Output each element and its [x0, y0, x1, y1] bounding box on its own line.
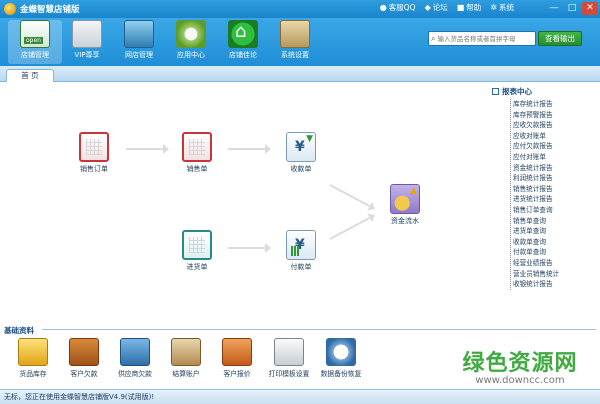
basics-backup-restore[interactable]: 数据备份恢复 — [314, 338, 368, 378]
report-item[interactable]: 营业员销售统计 — [511, 269, 592, 280]
app-logo-icon — [4, 3, 16, 15]
close-button[interactable]: ✕ — [582, 2, 598, 15]
flow-cash-flow[interactable]: 资金流水 — [380, 184, 430, 226]
flow-arrow — [228, 243, 271, 253]
report-item[interactable]: 进货单查询 — [511, 226, 592, 237]
watermark-logo: 绿色资源网 — [462, 351, 578, 376]
basics-customer-quote[interactable]: 客户报价 — [210, 338, 264, 378]
basics-goods-stock[interactable]: 货品库存 — [6, 338, 60, 378]
report-center: 报表中心 库存统计报告 库存预警报告 应收欠款报告 应收对账单 应付欠款报告 应… — [492, 86, 592, 290]
settings-icon: ✲ — [490, 3, 497, 12]
sales-slip-icon — [182, 132, 212, 162]
report-list: 库存统计报告 库存预警报告 应收欠款报告 应收对账单 应付欠款报告 应付对账单 … — [510, 99, 592, 290]
report-item[interactable]: 收银统计报告 — [511, 279, 592, 290]
basics-customer-debt[interactable]: 客户欠款 — [57, 338, 111, 378]
price-tag-icon — [222, 338, 252, 366]
shop-icon — [20, 20, 50, 48]
flow-sales-order[interactable]: 销售订单 — [69, 132, 119, 174]
report-item[interactable]: 库存预警报告 — [511, 110, 592, 121]
store-home-icon — [228, 20, 258, 48]
title-link-forum[interactable]: ◆ 论坛 — [425, 2, 448, 13]
report-item[interactable]: 应收对账单 — [511, 131, 592, 142]
cash-flow-icon — [390, 184, 420, 214]
printer-icon — [274, 338, 304, 366]
report-item[interactable]: 销售订单查询 — [511, 205, 592, 216]
qq-icon: ● — [379, 3, 387, 12]
flow-arrow — [329, 216, 372, 240]
report-item[interactable]: 收款单查询 — [511, 237, 592, 248]
tab-strip: 首 页 — [0, 66, 600, 82]
basics-supplier-debt[interactable]: 供应商欠款 — [108, 338, 162, 378]
toolbar-shop-management[interactable]: 店铺管理 — [8, 20, 62, 64]
report-item[interactable]: 付款单查询 — [511, 247, 592, 258]
help-icon: ■ — [456, 3, 465, 12]
customer-debt-icon — [69, 338, 99, 366]
report-item[interactable]: 经营业绩报告 — [511, 258, 592, 269]
flow-arrow — [228, 144, 271, 154]
minimize-button[interactable]: — — [546, 2, 562, 15]
window-controls: — □ ✕ — [546, 2, 598, 15]
toolbar-store-home[interactable]: 店铺佳论 — [216, 20, 270, 64]
divider — [42, 329, 596, 330]
search-box[interactable]: ⌕ — [428, 31, 536, 46]
supplier-debt-icon — [120, 338, 150, 366]
watermark: 绿色资源网 www.downcc.com — [446, 345, 594, 386]
search-input[interactable] — [437, 34, 530, 43]
flow-sales-slip[interactable]: 销售单 — [172, 132, 222, 174]
tab-home[interactable]: 首 页 — [6, 69, 54, 82]
toolbar-app-center[interactable]: 应用中心 — [164, 20, 218, 64]
web-store-icon — [124, 20, 154, 48]
report-item[interactable]: 库存统计报告 — [511, 99, 592, 110]
report-item[interactable]: 利润统计报告 — [511, 173, 592, 184]
collapse-icon — [492, 88, 499, 95]
flow-receipt[interactable]: ¥ ▼ 收款单 — [276, 132, 326, 174]
title-bar: 金蝶智慧店铺版 ● 客服QQ ◆ 论坛 ■ 帮助 ✲ 系统 — □ ✕ — [0, 0, 600, 18]
flow-payment[interactable]: ¥ 付款单 — [276, 230, 326, 272]
report-item[interactable]: 销售统计报告 — [511, 184, 592, 195]
basics-print-template[interactable]: 打印模板设置 — [262, 338, 316, 378]
vip-icon — [72, 20, 102, 48]
app-title: 金蝶智慧店铺版 — [20, 5, 80, 15]
report-center-header[interactable]: 报表中心 — [492, 86, 592, 97]
title-link-system[interactable]: ✲ 系统 — [490, 2, 514, 13]
report-item[interactable]: 进货统计报告 — [511, 194, 592, 205]
report-item[interactable]: 应付欠款报告 — [511, 141, 592, 152]
title-links: ● 客服QQ ◆ 论坛 ■ 帮助 ✲ 系统 — [380, 2, 514, 13]
forum-icon: ◆ — [424, 3, 431, 12]
search-button[interactable]: 查看输出 — [538, 31, 582, 46]
payment-yen-icon: ¥ — [286, 230, 316, 260]
receipt-yen-icon: ¥ ▼ — [286, 132, 316, 162]
app-center-icon — [176, 20, 206, 48]
report-item[interactable]: 应付对账单 — [511, 152, 592, 163]
status-bar: 无标，您正在使用金蝶智慧店铺版V4.9(试用版)! — [0, 389, 600, 404]
system-settings-icon — [280, 20, 310, 48]
report-item[interactable]: 销售单查询 — [511, 216, 592, 227]
basics-title: 基础资料 — [4, 326, 34, 335]
toolbar-vip[interactable]: VIP尊享 — [60, 20, 114, 64]
purchase-icon — [182, 230, 212, 260]
search-icon: ⌕ — [431, 33, 436, 43]
report-item[interactable]: 资金统计报告 — [511, 163, 592, 174]
title-link-qq[interactable]: ● 客服QQ — [380, 2, 416, 13]
account-book-icon — [171, 338, 201, 366]
maximize-button[interactable]: □ — [564, 2, 580, 15]
flow-arrow — [126, 144, 169, 154]
toolbar-web-store[interactable]: 网店管理 — [112, 20, 166, 64]
basics-account[interactable]: 结算账户 — [159, 338, 213, 378]
flow-arrow — [329, 184, 372, 208]
backup-icon — [326, 338, 356, 366]
title-link-help[interactable]: ■ 帮助 — [457, 2, 482, 13]
report-item[interactable]: 应收欠款报告 — [511, 120, 592, 131]
flow-purchase[interactable]: 进货单 — [172, 230, 222, 272]
toolbar-system-settings[interactable]: 系统设置 — [268, 20, 322, 64]
sales-order-icon — [79, 132, 109, 162]
goods-stock-icon — [18, 338, 48, 366]
